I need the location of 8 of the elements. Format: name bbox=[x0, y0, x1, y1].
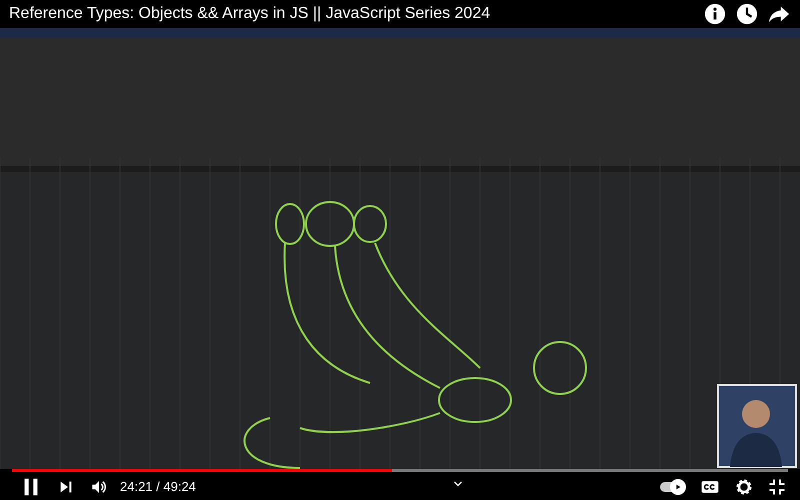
next-icon[interactable] bbox=[58, 478, 74, 494]
info-icon[interactable] bbox=[704, 3, 726, 25]
time-display: 24:21 / 49:24 bbox=[120, 479, 196, 494]
play-icon bbox=[674, 482, 682, 490]
exit-fullscreen-icon[interactable] bbox=[768, 478, 786, 496]
video-title: Reference Types: Objects && Arrays in JS || JavaScript Series 2024 bbox=[9, 5, 490, 23]
clock-icon[interactable] bbox=[736, 3, 758, 25]
settings-icon[interactable] bbox=[734, 476, 754, 496]
